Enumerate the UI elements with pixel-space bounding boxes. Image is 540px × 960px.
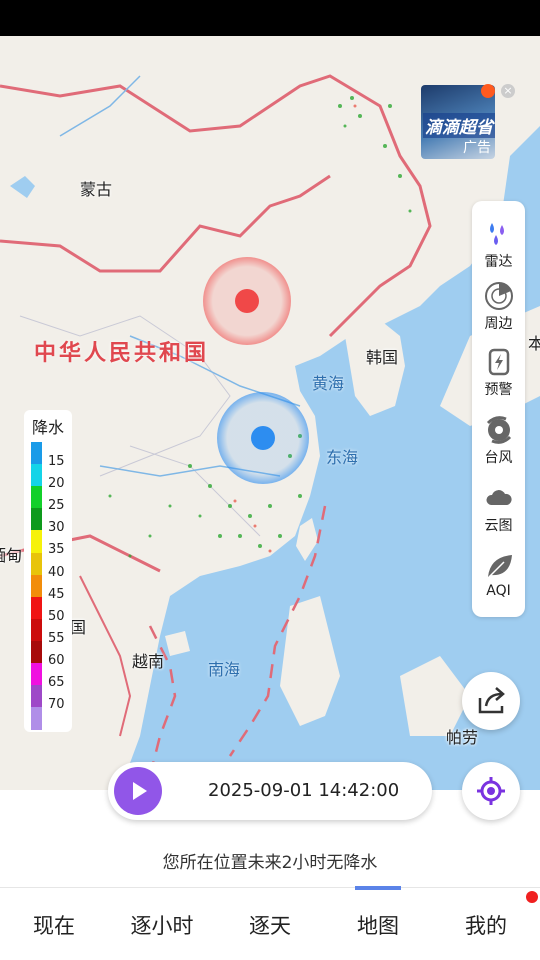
tool-label-typhoon: 台风: [484, 450, 513, 466]
tool-label-cloud: 云图: [484, 518, 513, 534]
legend-color-swatch: [31, 685, 42, 709]
legend-color-swatch: [31, 663, 42, 687]
nearby-radar-icon: [484, 282, 513, 310]
ad-label: 广告: [463, 140, 491, 156]
precipitation-legend: 降水 15 20 25 30 35 40 45 50 55 60 65 70: [24, 410, 72, 732]
tab-mine[interactable]: 我的: [432, 910, 540, 940]
ad-text: 滴滴超省: [423, 113, 495, 138]
legend-value: 50: [48, 608, 65, 624]
tab-daily[interactable]: 逐天: [216, 910, 324, 940]
radar-playback-bar: 2025-09-01 14:42:00: [108, 762, 432, 820]
bottom-tab-bar: 现在 逐小时 逐天 地图 我的: [0, 888, 540, 960]
share-icon: [478, 687, 505, 714]
status-bar: [0, 0, 540, 36]
legend-title: 降水: [31, 418, 64, 437]
map-label-yellow-sea: 黄海: [312, 374, 345, 393]
map-label-japan-partial: 本: [528, 334, 540, 353]
legend-color-swatch: [31, 574, 42, 598]
map-label-myanmar-partial: 缅甸: [0, 546, 23, 565]
legend-color-swatch: [31, 707, 42, 731]
notification-dot: [526, 891, 538, 903]
tool-typhoon[interactable]: 台风: [472, 415, 525, 467]
legend-value: 30: [48, 520, 65, 536]
cloud-icon: [485, 490, 512, 505]
playback-timestamp: 2025-09-01 14:42:00: [208, 780, 400, 801]
legend-color-swatch: [31, 508, 42, 532]
map-label-china: 中华人民共和国: [34, 341, 210, 366]
legend-value: 70: [48, 697, 65, 713]
map-label-east-sea: 东海: [326, 448, 359, 467]
radar-rain-icon: [489, 223, 504, 245]
legend-value: 65: [48, 675, 65, 690]
share-button[interactable]: [462, 672, 520, 730]
map-label-korea: 韩国: [366, 348, 399, 367]
map-label-south-sea: 南海: [208, 660, 241, 679]
tool-radar[interactable]: 雷达: [472, 219, 525, 271]
tab-now[interactable]: 现在: [0, 910, 108, 940]
legend-value: 40: [48, 564, 65, 580]
legend-color-swatch: [31, 442, 42, 466]
legend-value: 45: [48, 586, 65, 602]
play-icon: [133, 782, 147, 800]
tool-label-aqi: AQI: [486, 583, 511, 599]
map-layer-toolbar: 雷达 周边 预警 台风 云图 AQI: [472, 201, 525, 617]
ad-close-icon[interactable]: ×: [501, 84, 515, 98]
legend-value: 20: [48, 476, 65, 492]
map-label-guo-partial: 国: [70, 618, 87, 637]
blue-current-location-marker[interactable]: [251, 426, 275, 450]
legend-color-swatch: [31, 486, 42, 510]
tab-map[interactable]: 地图: [324, 910, 432, 940]
map-label-mongolia: 蒙古: [80, 180, 113, 199]
legend-color-swatch: [31, 618, 42, 642]
tool-label-nearby: 周边: [484, 316, 513, 332]
typhoon-icon: [486, 416, 511, 444]
leaf-icon: [487, 555, 512, 577]
legend-value: 15: [48, 454, 65, 469]
tool-aqi[interactable]: AQI: [472, 551, 525, 599]
tool-nearby[interactable]: 周边: [472, 281, 525, 333]
legend-color-swatch: [31, 640, 42, 664]
tool-label-warning: 预警: [484, 382, 513, 398]
ad-notification-dot: [481, 84, 495, 98]
locate-button[interactable]: [462, 762, 520, 820]
tab-hourly[interactable]: 逐小时: [108, 910, 216, 940]
legend-value: 60: [48, 652, 65, 668]
red-location-marker[interactable]: [235, 289, 259, 313]
legend-value: 55: [48, 630, 65, 646]
precipitation-forecast-note: 您所在位置未来2小时无降水: [162, 853, 378, 873]
tool-label-radar: 雷达: [484, 254, 513, 270]
warning-phone-icon: [488, 348, 509, 376]
legend-color-swatch: [31, 530, 42, 554]
play-button[interactable]: [114, 767, 162, 815]
legend-color-swatch: [31, 596, 42, 620]
legend-color-swatch: [31, 552, 42, 576]
map-label-vietnam: 越南: [132, 652, 165, 671]
legend-value: 35: [48, 542, 65, 558]
legend-value: 25: [48, 498, 65, 514]
tool-warning[interactable]: 预警: [472, 347, 525, 399]
crosshair-locate-icon: [477, 777, 505, 805]
legend-color-swatch: [31, 464, 42, 488]
tool-cloud[interactable]: 云图: [472, 483, 525, 535]
